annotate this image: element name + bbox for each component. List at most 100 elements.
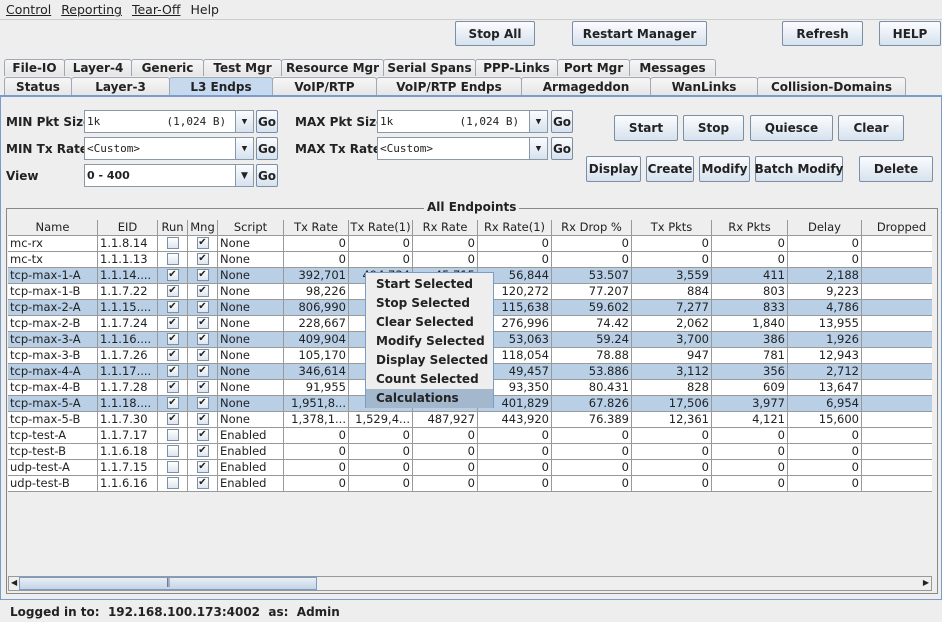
mng-checkbox[interactable]: ✔ bbox=[196, 444, 209, 457]
mng-checkbox[interactable]: ✔ bbox=[196, 252, 209, 265]
delete-button[interactable]: Delete bbox=[859, 156, 933, 182]
run-checkbox[interactable] bbox=[166, 428, 179, 441]
mng-checkbox[interactable]: ✔ bbox=[196, 428, 209, 441]
menu-item-modify-selected[interactable]: Modify Selected bbox=[366, 332, 493, 351]
view-combo[interactable]: 0 - 400 ▼ bbox=[84, 164, 254, 187]
column-header-name[interactable]: Name bbox=[8, 220, 98, 236]
run-checkbox[interactable] bbox=[166, 236, 179, 249]
tab-status[interactable]: Status bbox=[4, 77, 72, 95]
menu-help[interactable]: Help bbox=[190, 2, 219, 17]
tab-layer-3[interactable]: Layer-3 bbox=[71, 77, 170, 95]
column-header-run[interactable]: Run bbox=[158, 220, 188, 236]
help-button[interactable]: HELP bbox=[879, 21, 941, 46]
tab-test-mgr[interactable]: Test Mgr bbox=[203, 59, 282, 76]
scrollbar-thumb[interactable]: ‖ bbox=[19, 577, 317, 590]
mng-checkbox[interactable]: ✔ bbox=[196, 412, 209, 425]
column-header-tx-rate-1[interactable]: Tx Rate(1) bbox=[349, 220, 413, 236]
min-pkt-go-button[interactable]: Go bbox=[256, 110, 278, 133]
dropdown-arrow-icon[interactable]: ▼ bbox=[235, 165, 253, 186]
restart-manager-button[interactable]: Restart Manager bbox=[572, 21, 707, 46]
mng-checkbox[interactable]: ✔ bbox=[196, 300, 209, 313]
menu-control[interactable]: Control bbox=[6, 2, 51, 17]
run-checkbox[interactable]: ✔ bbox=[166, 284, 179, 297]
display-button[interactable]: Display bbox=[586, 156, 641, 182]
dropdown-arrow-icon[interactable]: ▼ bbox=[529, 111, 547, 132]
tab-l3-endps[interactable]: L3 Endps bbox=[169, 77, 273, 95]
table-row[interactable]: tcp-max-5-B 1.1.7.30 ✔ ✔ None 1,378,1... 1,529… bbox=[8, 412, 932, 428]
table-row[interactable]: udp-test-B1.1.6.16✔Enabled000000000 bbox=[8, 476, 932, 492]
run-checkbox[interactable] bbox=[166, 476, 179, 489]
table-row[interactable]: mc-rx1.1.8.14✔None000000000 bbox=[8, 236, 932, 252]
tab-file-io[interactable]: File-IO bbox=[4, 59, 65, 76]
run-checkbox[interactable] bbox=[166, 252, 179, 265]
run-checkbox[interactable]: ✔ bbox=[166, 332, 179, 345]
table-row[interactable]: tcp-test-A1.1.7.17✔Enabled000000000 bbox=[8, 428, 932, 444]
quiesce-button[interactable]: Quiesce bbox=[750, 115, 833, 141]
run-checkbox[interactable]: ✔ bbox=[166, 364, 179, 377]
run-checkbox[interactable] bbox=[166, 460, 179, 473]
clear-button[interactable]: Clear bbox=[838, 115, 904, 141]
tab-armageddon[interactable]: Armageddon bbox=[521, 77, 651, 95]
menu-item-start-selected[interactable]: Start Selected bbox=[366, 275, 493, 294]
start-button[interactable]: Start bbox=[614, 115, 678, 141]
mng-checkbox[interactable]: ✔ bbox=[196, 364, 209, 377]
column-header-script[interactable]: Script bbox=[218, 220, 284, 236]
max-pkt-go-button[interactable]: Go bbox=[551, 110, 573, 133]
scroll-left-icon[interactable]: ◀ bbox=[11, 578, 17, 587]
tab-ppp-links[interactable]: PPP-Links bbox=[475, 59, 558, 76]
tab-collision-domains[interactable]: Collision-Domains bbox=[757, 77, 906, 95]
run-checkbox[interactable]: ✔ bbox=[166, 348, 179, 361]
menu-reporting[interactable]: Reporting bbox=[61, 2, 122, 17]
tab-layer-4[interactable]: Layer-4 bbox=[64, 59, 132, 76]
tab-voip-rtp-endps[interactable]: VoIP/RTP Endps bbox=[376, 77, 522, 95]
refresh-button[interactable]: Refresh bbox=[782, 21, 863, 46]
tab-voip-rtp[interactable]: VoIP/RTP bbox=[272, 77, 377, 95]
column-header-rx-drop[interactable]: Rx Drop % bbox=[552, 220, 632, 236]
tab-wanlinks[interactable]: WanLinks bbox=[650, 77, 758, 95]
view-go-button[interactable]: Go bbox=[256, 164, 278, 187]
tab-resource-mgr[interactable]: Resource Mgr bbox=[281, 59, 384, 76]
horizontal-scrollbar[interactable]: ◀ ‖ ▶ bbox=[8, 576, 932, 591]
column-header-rx-rate[interactable]: Rx Rate bbox=[413, 220, 478, 236]
table-row[interactable]: tcp-test-B1.1.6.18✔Enabled000000000 bbox=[8, 444, 932, 460]
tab-generic[interactable]: Generic bbox=[131, 59, 204, 76]
menu-item-display-selected[interactable]: Display Selected bbox=[366, 351, 493, 370]
mng-checkbox[interactable]: ✔ bbox=[196, 268, 209, 281]
column-header-mng[interactable]: Mng bbox=[188, 220, 218, 236]
mng-checkbox[interactable]: ✔ bbox=[196, 396, 209, 409]
min-pkt-size-combo[interactable]: 1k (1,024 B) ▼ bbox=[84, 110, 254, 133]
scroll-right-icon[interactable]: ▶ bbox=[923, 578, 929, 587]
run-checkbox[interactable]: ✔ bbox=[166, 396, 179, 409]
mng-checkbox[interactable]: ✔ bbox=[196, 348, 209, 361]
run-checkbox[interactable]: ✔ bbox=[166, 268, 179, 281]
mng-checkbox[interactable]: ✔ bbox=[196, 380, 209, 393]
mng-checkbox[interactable]: ✔ bbox=[196, 460, 209, 473]
tab-port-mgr[interactable]: Port Mgr bbox=[557, 59, 630, 76]
run-checkbox[interactable]: ✔ bbox=[166, 380, 179, 393]
dropdown-arrow-icon[interactable]: ▼ bbox=[235, 111, 253, 132]
mng-checkbox[interactable]: ✔ bbox=[196, 236, 209, 249]
run-checkbox[interactable]: ✔ bbox=[166, 300, 179, 313]
create-button[interactable]: Create bbox=[646, 156, 694, 182]
modify-button[interactable]: Modify bbox=[699, 156, 750, 182]
menu-item-clear-selected[interactable]: Clear Selected bbox=[366, 313, 493, 332]
dropdown-arrow-icon[interactable]: ▼ bbox=[529, 138, 547, 159]
menu-tear-off[interactable]: Tear-Off bbox=[132, 2, 181, 17]
tab-serial-spans[interactable]: Serial Spans bbox=[383, 59, 476, 76]
table-row[interactable]: udp-test-A1.1.7.15✔Enabled000000000 bbox=[8, 460, 932, 476]
column-header-tx-pkts[interactable]: Tx Pkts bbox=[632, 220, 712, 236]
mng-checkbox[interactable]: ✔ bbox=[196, 284, 209, 297]
column-header-rx-pkts[interactable]: Rx Pkts bbox=[712, 220, 788, 236]
mng-checkbox[interactable]: ✔ bbox=[196, 476, 209, 489]
run-checkbox[interactable]: ✔ bbox=[166, 412, 179, 425]
column-header-tx-rate[interactable]: Tx Rate bbox=[284, 220, 349, 236]
batch-modify-button[interactable]: Batch Modify bbox=[755, 156, 843, 182]
mng-checkbox[interactable]: ✔ bbox=[196, 316, 209, 329]
tab-messages[interactable]: Messages bbox=[629, 59, 716, 76]
dropdown-arrow-icon[interactable]: ▼ bbox=[235, 138, 253, 159]
column-header-delay[interactable]: Delay bbox=[788, 220, 862, 236]
stop-all-button[interactable]: Stop All bbox=[455, 21, 535, 46]
max-tx-go-button[interactable]: Go bbox=[551, 137, 573, 160]
column-header-eid[interactable]: EID bbox=[98, 220, 158, 236]
max-pkt-size-combo[interactable]: 1k (1,024 B) ▼ bbox=[377, 110, 548, 133]
